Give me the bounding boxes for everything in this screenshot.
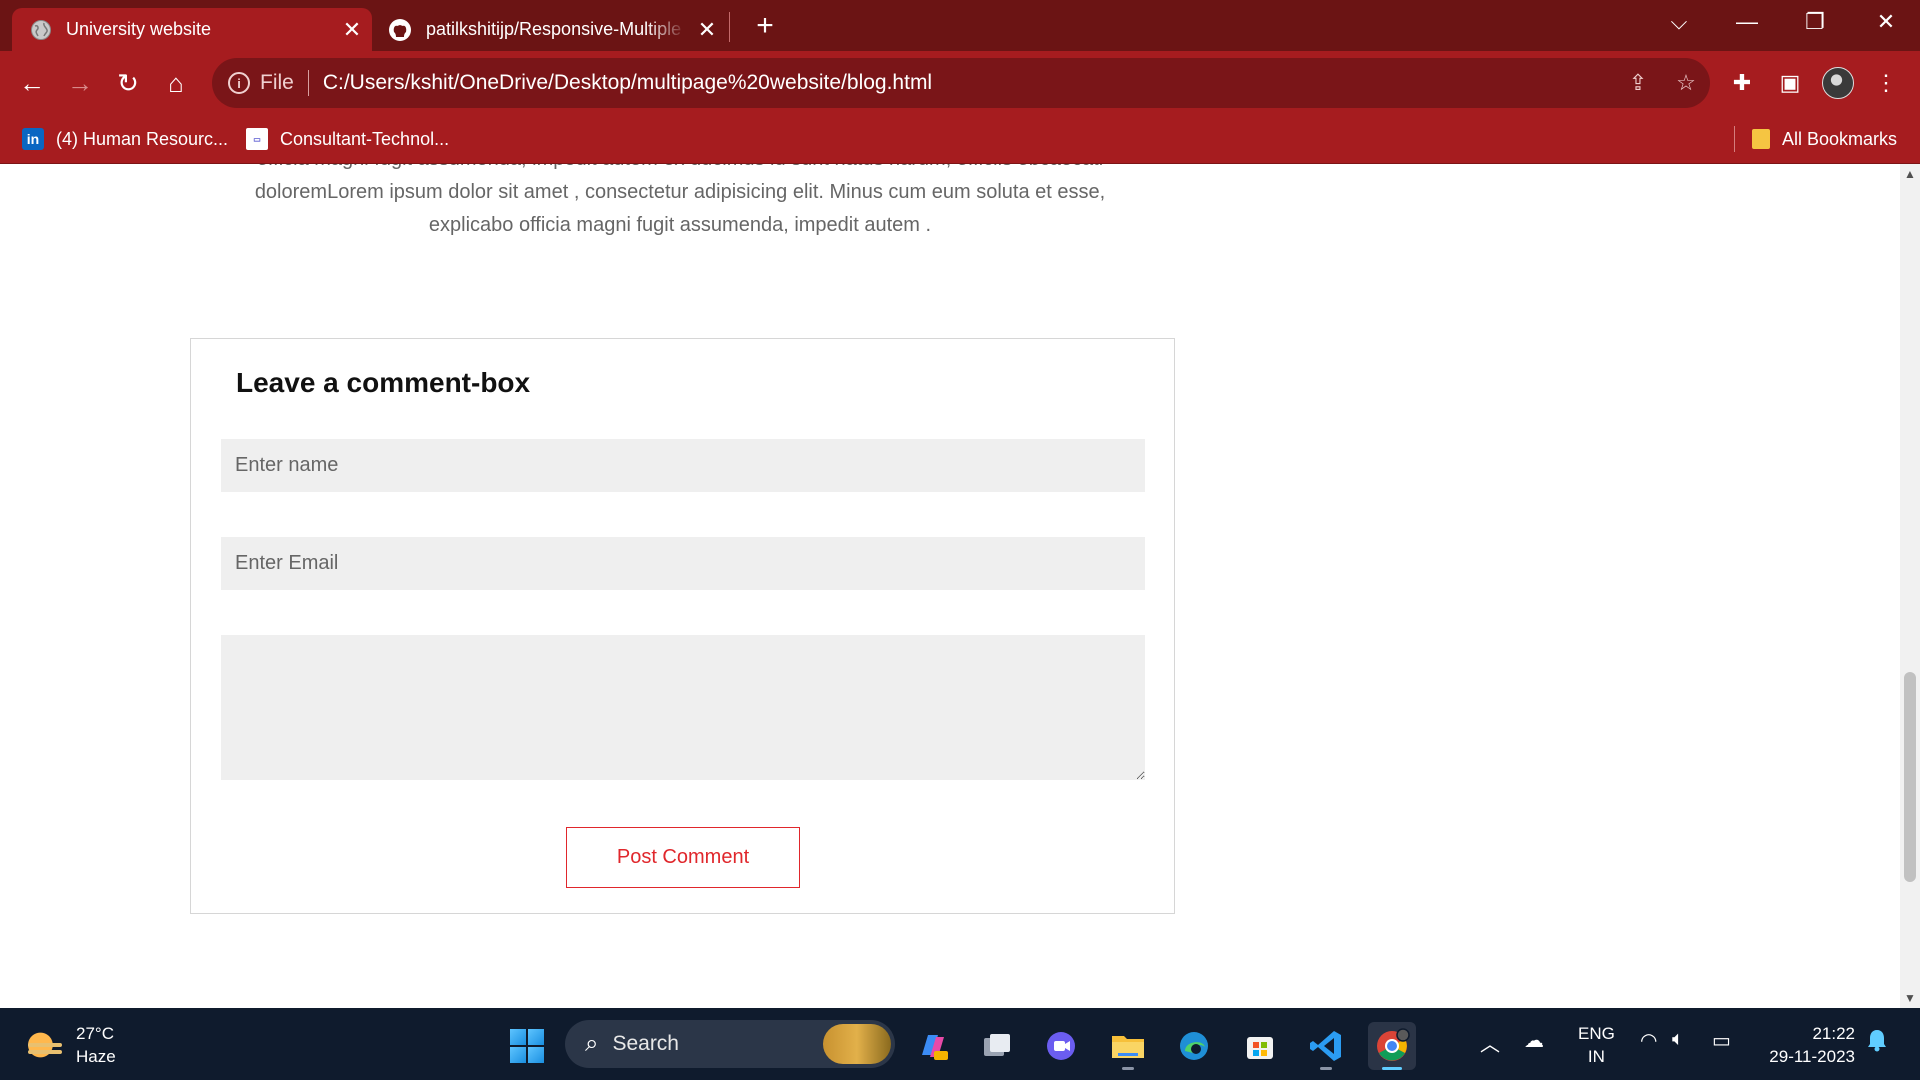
- star-icon[interactable]: ☆: [1662, 63, 1710, 103]
- comment-box-title: Leave a comment-box: [236, 367, 531, 398]
- bookmark-label: (4) Human Resourc...: [56, 128, 229, 149]
- minimize-icon[interactable]: —: [1713, 0, 1781, 44]
- start-button[interactable]: [503, 1022, 551, 1070]
- taskbar-search[interactable]: ⌕ Search: [565, 1020, 895, 1068]
- address-bar[interactable]: i File C:/Users/kshit/OneDrive/Desktop/m…: [212, 58, 1710, 108]
- tab-github[interactable]: patilkshitijp/Responsive-Multiple ✕: [372, 8, 727, 51]
- blog-paragraph: officia magni fugit assumenda, impedit a…: [254, 164, 1106, 236]
- all-bookmarks-label: All Bookmarks: [1782, 128, 1898, 149]
- scroll-thumb[interactable]: [1904, 672, 1916, 882]
- info-icon[interactable]: i: [228, 72, 250, 94]
- page-scrollbar[interactable]: ▲ ▼: [1900, 164, 1920, 1008]
- bookmark-label: Consultant-Technol...: [280, 128, 450, 149]
- wifi-icon[interactable]: ◠: [1640, 1028, 1657, 1053]
- scroll-down-icon[interactable]: ▼: [1900, 988, 1920, 1008]
- clock-date: 29-11-2023: [1769, 1047, 1855, 1066]
- consultant-icon: ▭: [246, 128, 268, 150]
- restore-icon[interactable]: ❐: [1781, 0, 1849, 44]
- edge-app[interactable]: [1170, 1022, 1218, 1070]
- volume-icon[interactable]: 🔈︎: [1672, 1028, 1684, 1051]
- windows-logo-icon: [510, 1029, 544, 1063]
- linkedin-icon: in: [22, 128, 44, 150]
- new-tab-icon[interactable]: +: [745, 8, 785, 44]
- active-indicator: [1382, 1067, 1402, 1070]
- show-hidden-icons-chevron-icon[interactable]: ︿: [1480, 1028, 1500, 1057]
- language-indicator[interactable]: ENG IN: [1578, 1022, 1615, 1068]
- tab-title: patilkshitijp/Responsive-Multiple: [426, 19, 682, 39]
- search-icon: ⌕: [585, 1030, 599, 1057]
- microsoft-store-app[interactable]: [1236, 1022, 1284, 1070]
- post-comment-button[interactable]: Post Comment: [566, 827, 800, 888]
- chat-camera-icon: [1047, 1032, 1075, 1060]
- running-indicator: [1320, 1067, 1332, 1070]
- store-icon: [1247, 1037, 1273, 1059]
- clock-time: 21:22: [1812, 1024, 1855, 1043]
- battery-icon[interactable]: ▭: [1712, 1028, 1731, 1053]
- page-viewport: officia magni fugit assumenda, impedit a…: [0, 164, 1900, 1008]
- language-code: ENG: [1578, 1024, 1615, 1043]
- vscode-app[interactable]: [1302, 1022, 1350, 1070]
- profile-avatar[interactable]: [1816, 61, 1860, 105]
- close-icon[interactable]: ✕: [332, 17, 372, 43]
- weather-temperature: 27°C: [76, 1024, 114, 1043]
- globe-icon: [30, 19, 52, 41]
- github-icon: [388, 18, 412, 42]
- all-bookmarks-button[interactable]: All Bookmarks: [1752, 126, 1897, 152]
- menu-kebab-icon[interactable]: ⋮: [1864, 61, 1908, 105]
- close-window-icon[interactable]: ✕: [1852, 0, 1920, 44]
- search-label: Search: [612, 1032, 679, 1055]
- search-highlight-image: [823, 1024, 891, 1064]
- email-input[interactable]: [221, 537, 1145, 590]
- teams-chat-app[interactable]: [1037, 1022, 1085, 1070]
- folder-icon: [1752, 129, 1770, 149]
- tab-title: University website: [66, 19, 212, 39]
- weather-condition: Haze: [76, 1047, 116, 1066]
- region-code: IN: [1587, 1047, 1605, 1066]
- browser-toolbar: ← → ↻ ⌂ i File C:/Users/kshit/OneDrive/D…: [0, 51, 1920, 114]
- copilot-icon: [922, 1035, 948, 1060]
- forward-arrow-icon[interactable]: →: [58, 61, 102, 105]
- weather-widget[interactable]: 27°C Haze: [26, 1022, 116, 1068]
- file-explorer-app[interactable]: [1104, 1022, 1152, 1070]
- tab-strip: University website ✕ patilkshitijp/Respo…: [0, 0, 1920, 51]
- task-view-icon: [984, 1034, 1010, 1056]
- running-indicator: [1122, 1067, 1134, 1070]
- side-panel-icon[interactable]: ▣: [1768, 61, 1812, 105]
- clock[interactable]: 21:22 29-11-2023: [1760, 1022, 1855, 1068]
- notification-bell-icon[interactable]: [1866, 1028, 1888, 1058]
- reload-icon[interactable]: ↻: [106, 61, 150, 105]
- bookmarks-bar: in (4) Human Resourc... ▭ Consultant-Tec…: [0, 114, 1920, 164]
- bookmark-human-resources[interactable]: in (4) Human Resourc...: [22, 126, 228, 152]
- avatar: [1822, 67, 1854, 99]
- task-view-app[interactable]: [973, 1022, 1021, 1070]
- url-scheme: File: [260, 71, 294, 94]
- comment-textarea[interactable]: [221, 635, 1145, 780]
- vscode-icon: [1310, 1031, 1341, 1061]
- bookmark-consultant[interactable]: ▭ Consultant-Technol...: [246, 126, 449, 152]
- windows-taskbar: 27°C Haze ⌕ Search ︿ ☁ ENG IN ◠ 🔈︎ ▭ 21:…: [0, 1008, 1920, 1080]
- chrome-icon: [1377, 1028, 1410, 1061]
- haze-weather-icon: [26, 1029, 62, 1061]
- close-icon[interactable]: ✕: [687, 17, 727, 43]
- edge-icon: [1180, 1032, 1208, 1060]
- tab-divider: [729, 12, 730, 42]
- comment-box: Leave a comment-box Post Comment: [190, 338, 1175, 914]
- scroll-up-icon[interactable]: ▲: [1900, 164, 1920, 184]
- bookmarks-divider: [1734, 126, 1735, 152]
- tab-search-chevron-icon[interactable]: ⌵: [1645, 0, 1713, 44]
- back-arrow-icon[interactable]: ←: [10, 61, 54, 105]
- address-divider: [307, 70, 309, 96]
- onedrive-cloud-icon[interactable]: ☁: [1524, 1028, 1544, 1053]
- share-icon[interactable]: ⇪: [1614, 63, 1662, 103]
- folder-icon: [1112, 1036, 1144, 1058]
- home-icon[interactable]: ⌂: [154, 61, 198, 105]
- extensions-puzzle-icon[interactable]: ✚: [1720, 61, 1764, 105]
- name-input[interactable]: [221, 439, 1145, 492]
- copilot-app[interactable]: [909, 1022, 957, 1070]
- tab-university-website[interactable]: University website ✕: [12, 8, 372, 51]
- url-text[interactable]: C:/Users/kshit/OneDrive/Desktop/multipag…: [323, 71, 1614, 95]
- chrome-app[interactable]: [1368, 1022, 1416, 1070]
